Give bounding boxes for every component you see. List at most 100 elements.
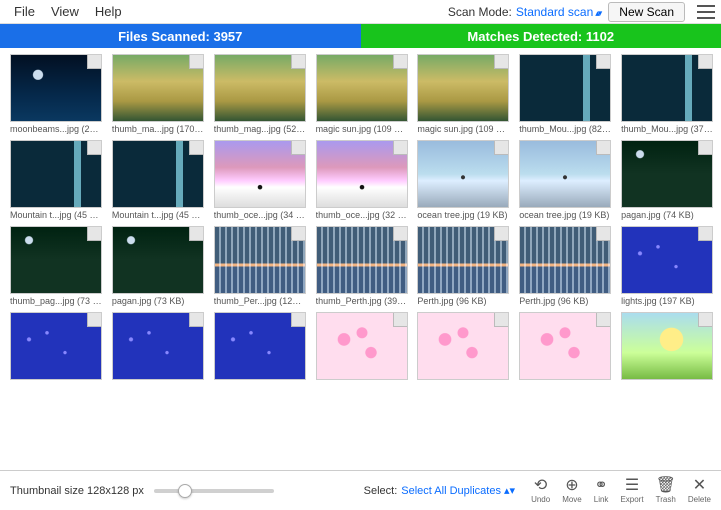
checkbox-icon[interactable] — [393, 313, 407, 327]
thumbnail-size-slider[interactable] — [154, 489, 274, 493]
thumbnail-image[interactable] — [519, 140, 611, 208]
thumbnail-item[interactable]: ocean tree.jpg (19 KB) — [519, 140, 615, 220]
checkbox-icon[interactable] — [291, 227, 305, 241]
thumbnail-image[interactable] — [214, 54, 306, 122]
delete-button[interactable]: ✕Delete — [688, 478, 711, 504]
thumbnail-image[interactable] — [316, 226, 408, 294]
thumbnail-item[interactable] — [112, 312, 208, 382]
checkbox-icon[interactable] — [494, 227, 508, 241]
thumbnail-image[interactable] — [112, 140, 204, 208]
checkbox-icon[interactable] — [189, 227, 203, 241]
thumbnail-item[interactable]: ocean tree.jpg (19 KB) — [417, 140, 513, 220]
checkbox-icon[interactable] — [698, 227, 712, 241]
thumbnail-item[interactable]: lights.jpg (197 KB) — [621, 226, 717, 306]
thumbnail-image[interactable] — [417, 312, 509, 380]
thumbnail-item[interactable]: thumb_oce...jpg (34 KB) — [214, 140, 310, 220]
export-button[interactable]: ☰Export — [620, 478, 643, 504]
thumbnail-item[interactable]: thumb_oce...jpg (32 KB) — [316, 140, 412, 220]
thumbnail-item[interactable]: thumb_Per...jpg (128 KB) — [214, 226, 310, 306]
link-button[interactable]: ⚭Link — [594, 478, 609, 504]
thumbnail-image[interactable] — [10, 226, 102, 294]
thumbnail-image[interactable] — [214, 312, 306, 380]
checkbox-icon[interactable] — [698, 55, 712, 69]
checkbox-icon[interactable] — [189, 313, 203, 327]
thumbnail-item[interactable] — [417, 312, 513, 382]
checkbox-icon[interactable] — [596, 313, 610, 327]
thumbnail-item[interactable]: pagan.jpg (74 KB) — [621, 140, 717, 220]
menu-help[interactable]: Help — [87, 2, 130, 21]
checkbox-icon[interactable] — [291, 55, 305, 69]
thumbnail-image[interactable] — [417, 54, 509, 122]
trash-button[interactable]: 🗑Trash — [656, 478, 676, 504]
undo-button[interactable]: ⟲Undo — [531, 478, 550, 504]
thumbnail-image[interactable] — [10, 140, 102, 208]
checkbox-icon[interactable] — [87, 313, 101, 327]
scan-mode-select[interactable]: Standard scan▴▾ — [516, 5, 600, 19]
move-button[interactable]: ⊕Move — [562, 478, 582, 504]
checkbox-icon[interactable] — [291, 141, 305, 155]
thumbnail-image[interactable] — [316, 140, 408, 208]
checkbox-icon[interactable] — [393, 55, 407, 69]
thumbnail-image[interactable] — [417, 226, 509, 294]
checkbox-icon[interactable] — [596, 55, 610, 69]
checkbox-icon[interactable] — [494, 55, 508, 69]
thumbnail-item[interactable]: Perth.jpg (96 KB) — [519, 226, 615, 306]
checkbox-icon[interactable] — [698, 141, 712, 155]
thumbnail-item[interactable]: pagan.jpg (73 KB) — [112, 226, 208, 306]
thumbnail-image[interactable] — [10, 312, 102, 380]
thumbnail-item[interactable]: Perth.jpg (96 KB) — [417, 226, 513, 306]
checkbox-icon[interactable] — [596, 141, 610, 155]
thumbnail-item[interactable]: thumb_mag...jpg (52 KB) — [214, 54, 310, 134]
menu-file[interactable]: File — [6, 2, 43, 21]
thumbnail-item[interactable]: thumb_pag...jpg (73 KB) — [10, 226, 106, 306]
thumbnail-item[interactable] — [10, 312, 106, 382]
thumbnail-item[interactable]: moonbeams...jpg (27 KB) — [10, 54, 106, 134]
thumbnail-item[interactable]: magic sun.jpg (109 KB) — [316, 54, 412, 134]
thumbnail-image[interactable] — [621, 54, 713, 122]
thumbnail-image[interactable] — [621, 312, 713, 380]
thumbnail-item[interactable]: Mountain t...jpg (45 KB) — [10, 140, 106, 220]
thumbnail-item[interactable] — [214, 312, 310, 382]
thumbnail-item[interactable]: thumb_Mou...jpg (37 KB) — [621, 54, 717, 134]
checkbox-icon[interactable] — [87, 227, 101, 241]
checkbox-icon[interactable] — [189, 141, 203, 155]
thumbnail-image[interactable] — [10, 54, 102, 122]
thumbnail-image[interactable] — [519, 312, 611, 380]
checkbox-icon[interactable] — [189, 55, 203, 69]
thumbnail-image[interactable] — [519, 226, 611, 294]
checkbox-icon[interactable] — [393, 141, 407, 155]
checkbox-icon[interactable] — [698, 313, 712, 327]
checkbox-icon[interactable] — [87, 141, 101, 155]
checkbox-icon[interactable] — [291, 313, 305, 327]
thumbnail-image[interactable] — [214, 226, 306, 294]
thumbnail-image[interactable] — [112, 312, 204, 380]
thumbnail-image[interactable] — [316, 54, 408, 122]
checkbox-icon[interactable] — [596, 227, 610, 241]
thumbnail-grid-scroll[interactable]: moonbeams...jpg (27 KB)thumb_ma...jpg (1… — [0, 48, 721, 470]
thumbnail-item[interactable]: thumb_ma...jpg (170 KB) — [112, 54, 208, 134]
slider-knob[interactable] — [178, 484, 192, 498]
thumbnail-item[interactable] — [519, 312, 615, 382]
new-scan-button[interactable]: New Scan — [608, 2, 685, 22]
thumbnail-image[interactable] — [519, 54, 611, 122]
thumbnail-image[interactable] — [621, 226, 713, 294]
thumbnail-image[interactable] — [417, 140, 509, 208]
thumbnail-item[interactable] — [316, 312, 412, 382]
hamburger-icon[interactable] — [697, 5, 715, 19]
thumbnail-image[interactable] — [112, 226, 204, 294]
thumbnail-image[interactable] — [214, 140, 306, 208]
checkbox-icon[interactable] — [494, 141, 508, 155]
checkbox-icon[interactable] — [393, 227, 407, 241]
checkbox-icon[interactable] — [494, 313, 508, 327]
thumbnail-image[interactable] — [621, 140, 713, 208]
thumbnail-item[interactable]: magic sun.jpg (109 KB) — [417, 54, 513, 134]
thumbnail-item[interactable]: thumb_Mou...jpg (82 KB) — [519, 54, 615, 134]
thumbnail-image[interactable] — [112, 54, 204, 122]
menu-view[interactable]: View — [43, 2, 87, 21]
thumbnail-item[interactable]: thumb_Perth.jpg (39 KB) — [316, 226, 412, 306]
thumbnail-item[interactable] — [621, 312, 717, 382]
select-dropdown[interactable]: Select All Duplicates ▴▾ — [401, 484, 515, 497]
thumbnail-item[interactable]: Mountain t...jpg (45 KB) — [112, 140, 208, 220]
checkbox-icon[interactable] — [87, 55, 101, 69]
thumbnail-image[interactable] — [316, 312, 408, 380]
